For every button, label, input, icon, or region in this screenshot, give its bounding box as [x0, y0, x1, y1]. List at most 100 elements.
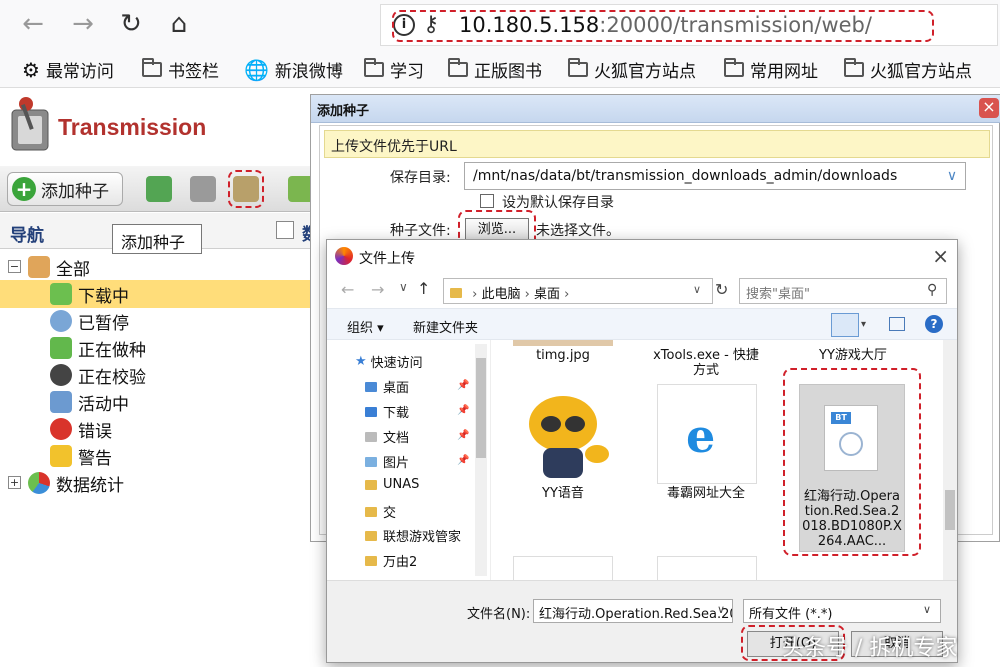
upload-sidebar: ★ 快速访问 桌面 📌 下载 📌 文档 📌 图片 📌 UNAS 交 联想游戏管家 … [327, 340, 491, 580]
organize-button[interactable]: 组织 ▾ [347, 317, 384, 336]
dialog-titlebar: 添加种子 × [311, 95, 1000, 123]
pause-all-icon[interactable] [190, 176, 216, 202]
sidebar-item-wanyou[interactable]: 万由2 [365, 551, 417, 570]
default-dir-checkbox[interactable] [480, 194, 494, 208]
close-icon[interactable]: × [979, 98, 999, 118]
chevron-down-icon[interactable]: ∨ [717, 603, 725, 616]
file-highlight [783, 368, 921, 556]
chevron-down-icon[interactable]: ∨ [940, 163, 964, 189]
sidebar-item-jiao[interactable]: 交 [365, 502, 396, 521]
bookmark-folder[interactable]: 火狐官方站点 [568, 57, 696, 82]
up-icon[interactable]: ↑ [417, 279, 430, 298]
tree-item-downloading[interactable]: 下载中 [50, 281, 129, 307]
quick-access[interactable]: ★ 快速访问 [355, 352, 423, 371]
sidebar-item-unas[interactable]: UNAS [365, 477, 419, 492]
folder-icon [365, 479, 377, 490]
bookmark-folder[interactable]: 正版图书 [448, 57, 542, 82]
search-icon[interactable]: ⚲ [927, 282, 937, 298]
app-title: Transmission [58, 114, 207, 140]
folder-icon [365, 555, 377, 566]
preview-pane-icon[interactable] [889, 317, 905, 331]
file-upload-dialog: 文件上传 × ← → ∨ ↑ › 此电脑 › 桌面 › ∨ ↻ 搜索"桌面" ⚲… [326, 239, 958, 663]
tree-item-seeding[interactable]: 正在做种 [50, 335, 146, 361]
download-icon [50, 283, 72, 305]
sidebar-scrollbar[interactable] [475, 344, 487, 576]
bookmarks-bar: ⚙ 最常访问 书签栏 🌐 新浪微博 学习 正版图书 火狐官方站点 常用网址 火狐官方… [0, 50, 1000, 88]
sidebar-item-downloads[interactable]: 下载 [365, 402, 409, 421]
tree-item-active[interactable]: 活动中 [50, 389, 129, 415]
folder-icon [365, 506, 377, 517]
new-folder-button[interactable]: 新建文件夹 [413, 317, 478, 336]
default-dir-label: 设为默认保存目录 [502, 195, 614, 211]
collapse-icon[interactable]: − [8, 260, 21, 273]
file-item-xtools[interactable]: xTools.exe - 快捷方式 [653, 348, 759, 378]
filetype-select[interactable]: 所有文件 (*.*) [743, 599, 941, 623]
bookmark-folder[interactable]: 学习 [364, 57, 424, 82]
browser-toolbar: ← → ↻ ⌂ i ⚷ 10.180.5.158:20000/transmiss… [0, 0, 1000, 50]
pin-icon: 📌 [457, 380, 470, 391]
bookmark-folder[interactable]: 常用网址 [724, 57, 818, 82]
back-icon[interactable]: ← [16, 8, 50, 42]
close-icon[interactable]: × [932, 244, 949, 268]
address-bar[interactable]: › 此电脑 › 桌面 › [443, 278, 713, 304]
search-input[interactable]: 搜索"桌面" [739, 278, 947, 304]
bookmark-folder[interactable]: 火狐官方站点 [844, 57, 972, 82]
chevron-down-icon[interactable]: ∨ [399, 280, 408, 294]
yin-yang-icon [50, 364, 72, 386]
bookmark-folder[interactable]: 书签栏 [142, 57, 219, 82]
file-grid: timg.jpg xTools.exe - 快捷方式 YY游戏大厅 YY语音 e… [493, 340, 957, 580]
save-dir-input[interactable]: /mnt/nas/data/bt/transmission_downloads_… [464, 162, 966, 190]
yy-voice-icon[interactable] [513, 384, 613, 484]
file-item-yy-game-hall[interactable]: YY游戏大厅 [797, 348, 909, 363]
file-grid-scrollbar[interactable] [943, 340, 957, 580]
back-icon[interactable]: ← [341, 280, 354, 299]
tree-item-all[interactable]: 全部 [28, 254, 90, 280]
watermark: 头条号 / 拆机专家 [782, 636, 958, 661]
filename-input[interactable]: 红海行动.Operation.Red.Sea.20 [533, 599, 733, 623]
upload-command-bar: 组织 ▾ 新建文件夹 ▾ ? [327, 308, 957, 340]
scrollbar-thumb[interactable] [476, 358, 486, 458]
file-item-duba[interactable]: 毒霸网址大全 [653, 486, 759, 501]
tree-item-warning[interactable]: 警告 [50, 443, 112, 469]
sidebar-item-pictures[interactable]: 图片 [365, 452, 409, 471]
filename-label: 文件名(N): [467, 607, 531, 622]
expand-icon[interactable]: + [8, 476, 21, 489]
view-icon[interactable] [831, 313, 859, 337]
settings-highlight [228, 170, 264, 208]
nav-checkbox[interactable] [276, 221, 294, 239]
tooltip: 添加种子 [112, 224, 202, 254]
add-torrent-button[interactable]: + 添加种子 [7, 172, 123, 206]
tree-item-statistics[interactable]: 数据统计 [28, 470, 124, 496]
upload-title: 文件上传 [359, 251, 415, 267]
folder-icon [142, 58, 162, 77]
sidebar-item-lenovo-games[interactable]: 联想游戏管家 [365, 526, 461, 545]
scrollbar-thumb[interactable] [945, 490, 955, 530]
file-thumbnail [657, 556, 757, 580]
tree-item-paused[interactable]: 已暂停 [50, 308, 129, 334]
help-icon[interactable]: ? [925, 315, 943, 333]
forward-icon[interactable]: → [66, 8, 100, 42]
folder-icon [365, 530, 377, 541]
sidebar-item-documents[interactable]: 文档 [365, 427, 409, 446]
file-item-yy-voice[interactable]: YY语音 [507, 486, 619, 501]
reload-icon[interactable]: ↻ [114, 8, 148, 42]
file-item-timg[interactable]: timg.jpg [507, 348, 619, 363]
nav-title: 导航 [10, 226, 44, 246]
picture-icon [365, 456, 377, 467]
home-icon[interactable]: ⌂ [162, 8, 196, 42]
bookmark-most-visited[interactable]: ⚙ 最常访问 [22, 57, 114, 83]
ie-icon: e [686, 409, 716, 463]
firefox-icon [335, 247, 353, 265]
ie-shortcut-icon[interactable]: e [657, 384, 757, 484]
tree-item-error[interactable]: 错误 [50, 416, 112, 442]
bookmark-weibo[interactable]: 🌐 新浪微博 [244, 57, 343, 83]
sidebar-item-desktop[interactable]: 桌面 [365, 377, 409, 396]
forward-icon[interactable]: → [371, 280, 384, 299]
tree-item-checking[interactable]: 正在校验 [50, 362, 146, 388]
chevron-down-icon[interactable]: ▾ [861, 319, 866, 330]
chevron-down-icon[interactable]: ∨ [923, 603, 931, 616]
resume-all-icon[interactable] [146, 176, 172, 202]
chevron-down-icon[interactable]: ∨ [693, 283, 701, 296]
refresh-icon[interactable]: ↻ [715, 280, 728, 299]
document-icon [365, 431, 377, 442]
